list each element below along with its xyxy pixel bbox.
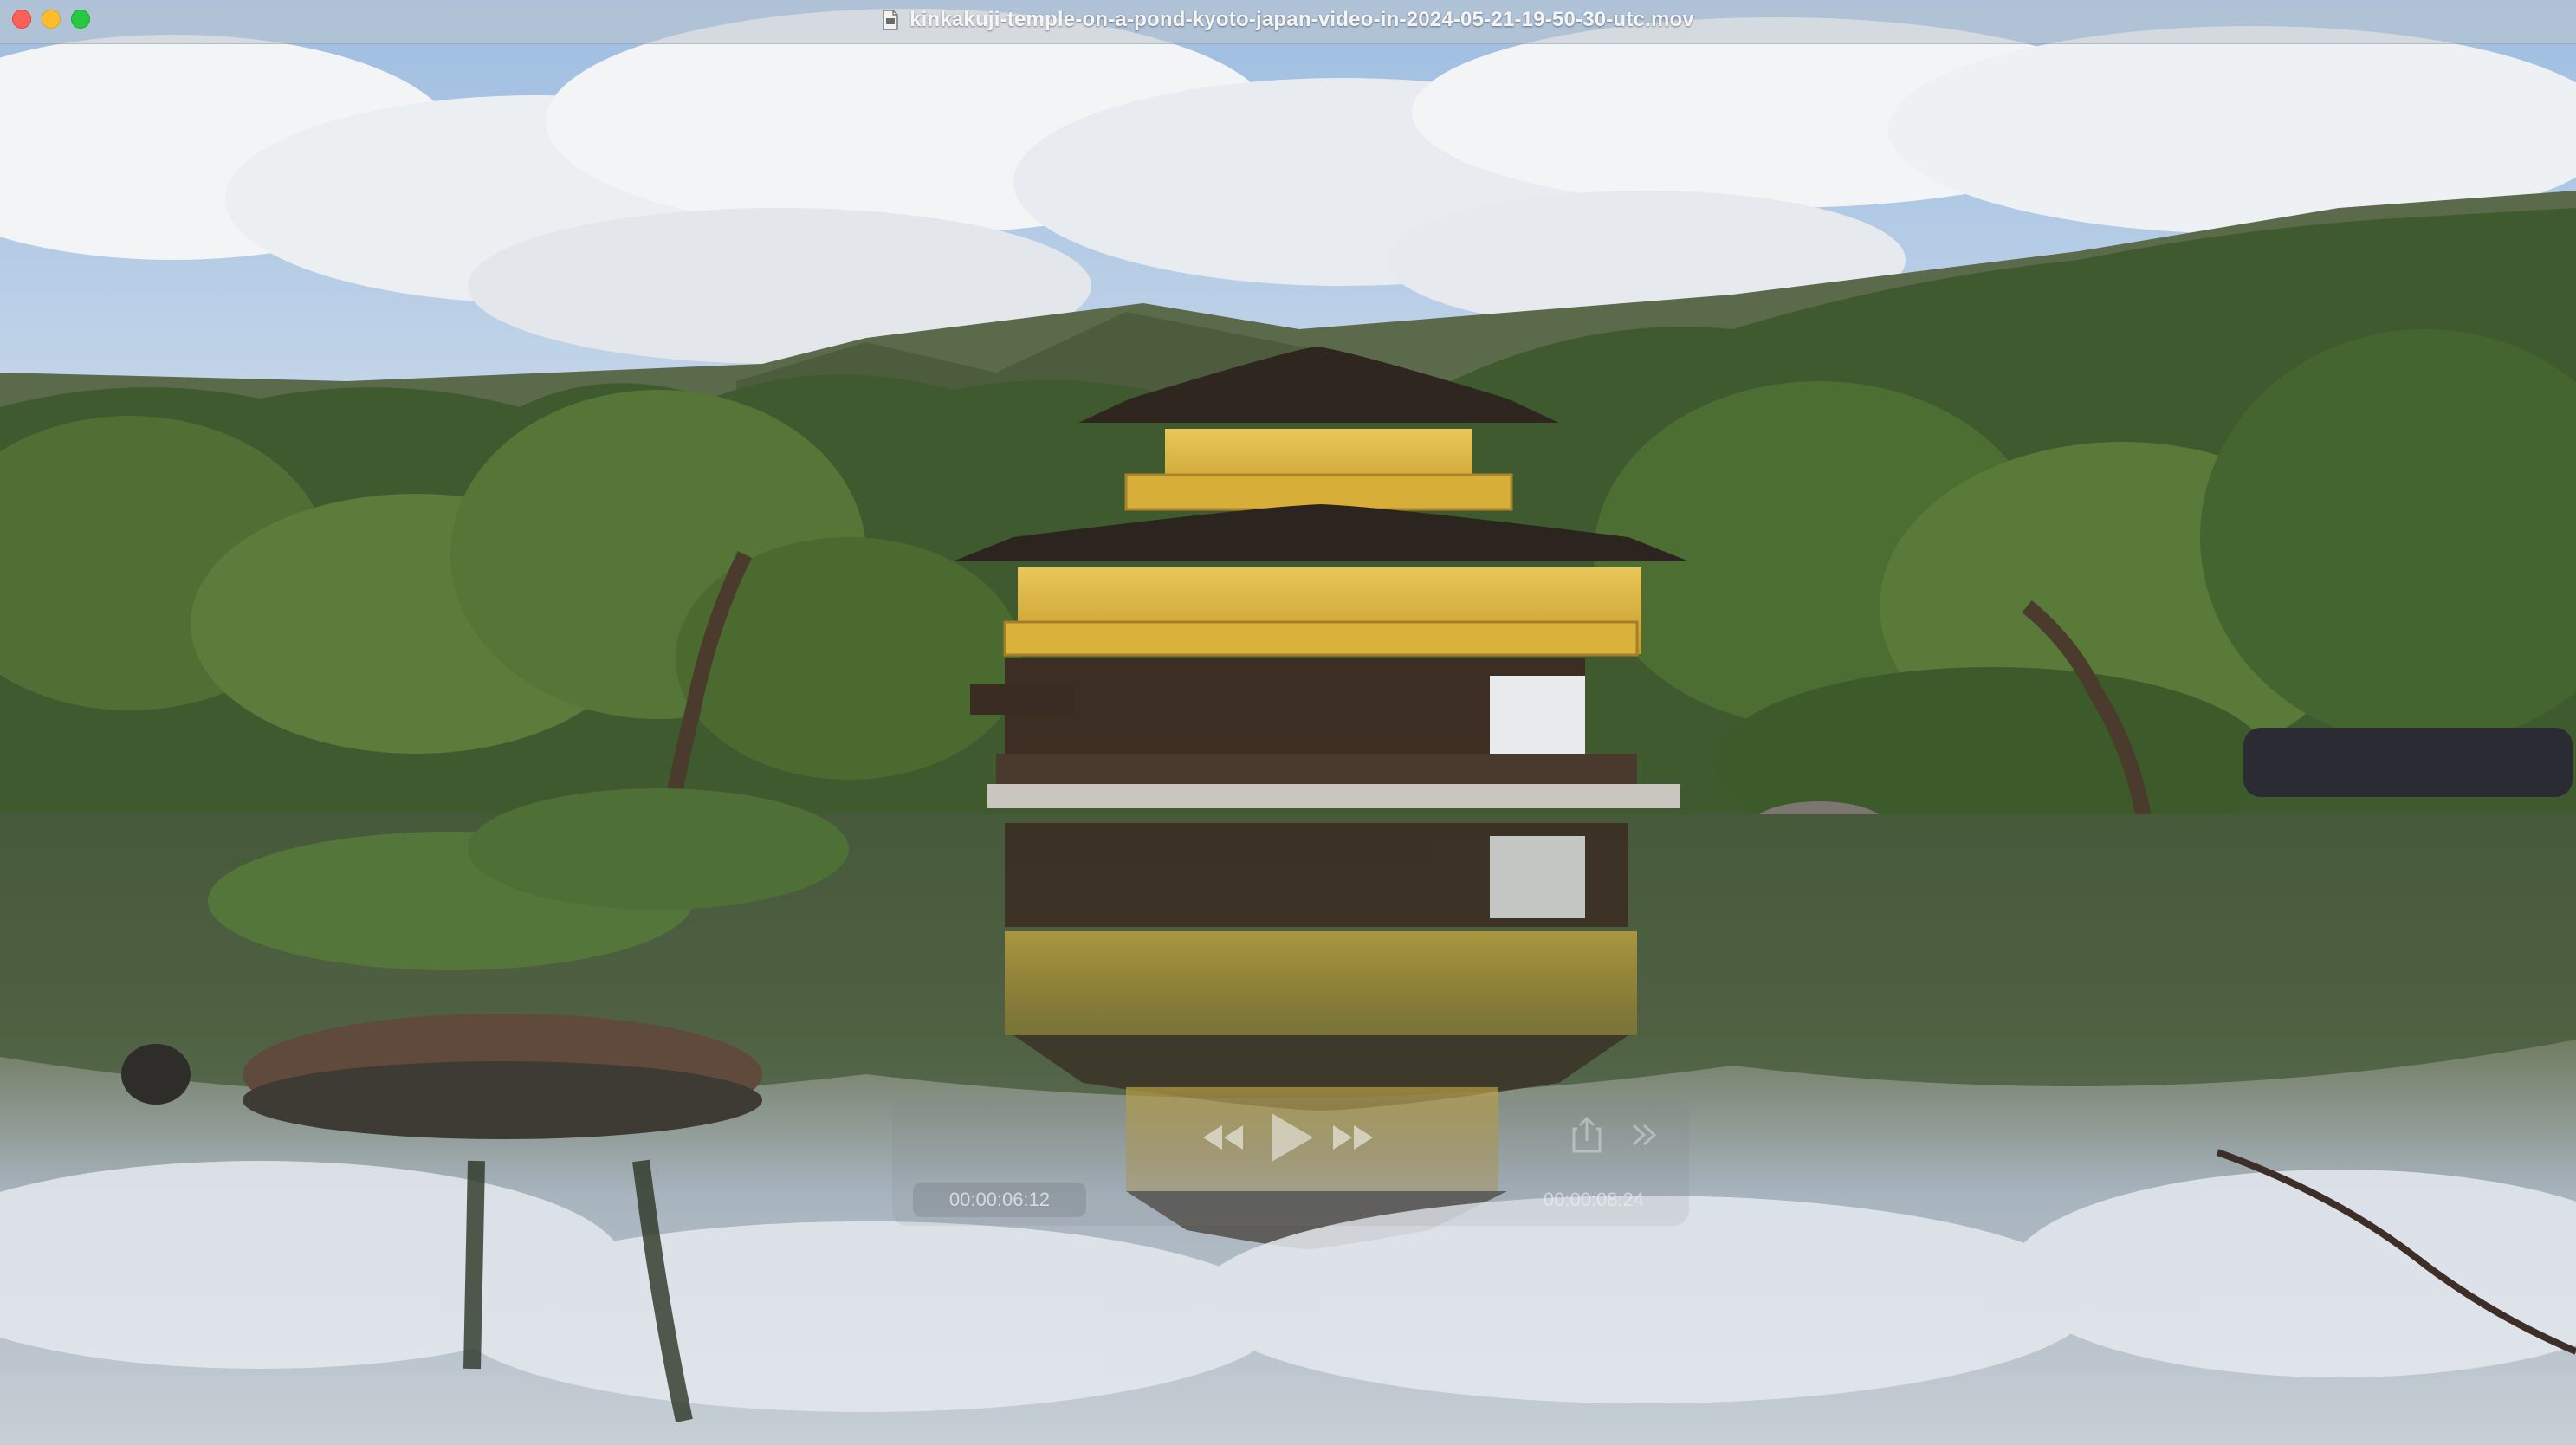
playback-controls[interactable]: 00:00:06:12 00:00:08:24: [892, 1096, 1689, 1226]
rewind-icon[interactable]: [1200, 1122, 1246, 1153]
visitors: [2243, 728, 2573, 797]
play-icon[interactable]: [1265, 1110, 1317, 1165]
video-frame[interactable]: [0, 0, 2576, 1445]
minimize-button[interactable]: [42, 10, 61, 29]
window-title: kinkakuji-temple-on-a-pond-kyoto-japan-v…: [909, 8, 1694, 31]
title-container: kinkakuji-temple-on-a-pond-kyoto-japan-v…: [0, 0, 2576, 40]
elapsed-time: 00:00:06:12: [913, 1183, 1086, 1217]
fast-forward-icon[interactable]: [1330, 1122, 1376, 1153]
title-bar[interactable]: kinkakuji-temple-on-a-pond-kyoto-japan-v…: [0, 0, 2576, 44]
share-icon[interactable]: [1572, 1115, 1602, 1153]
zoom-button[interactable]: [71, 10, 90, 29]
quicktime-player-window: kinkakuji-temple-on-a-pond-kyoto-japan-v…: [0, 0, 2576, 1445]
total-time: 00:00:08:24: [1543, 1189, 1645, 1210]
chevron-right-icon[interactable]: [1628, 1122, 1660, 1148]
document-icon: [883, 10, 898, 30]
close-button[interactable]: [12, 10, 31, 29]
